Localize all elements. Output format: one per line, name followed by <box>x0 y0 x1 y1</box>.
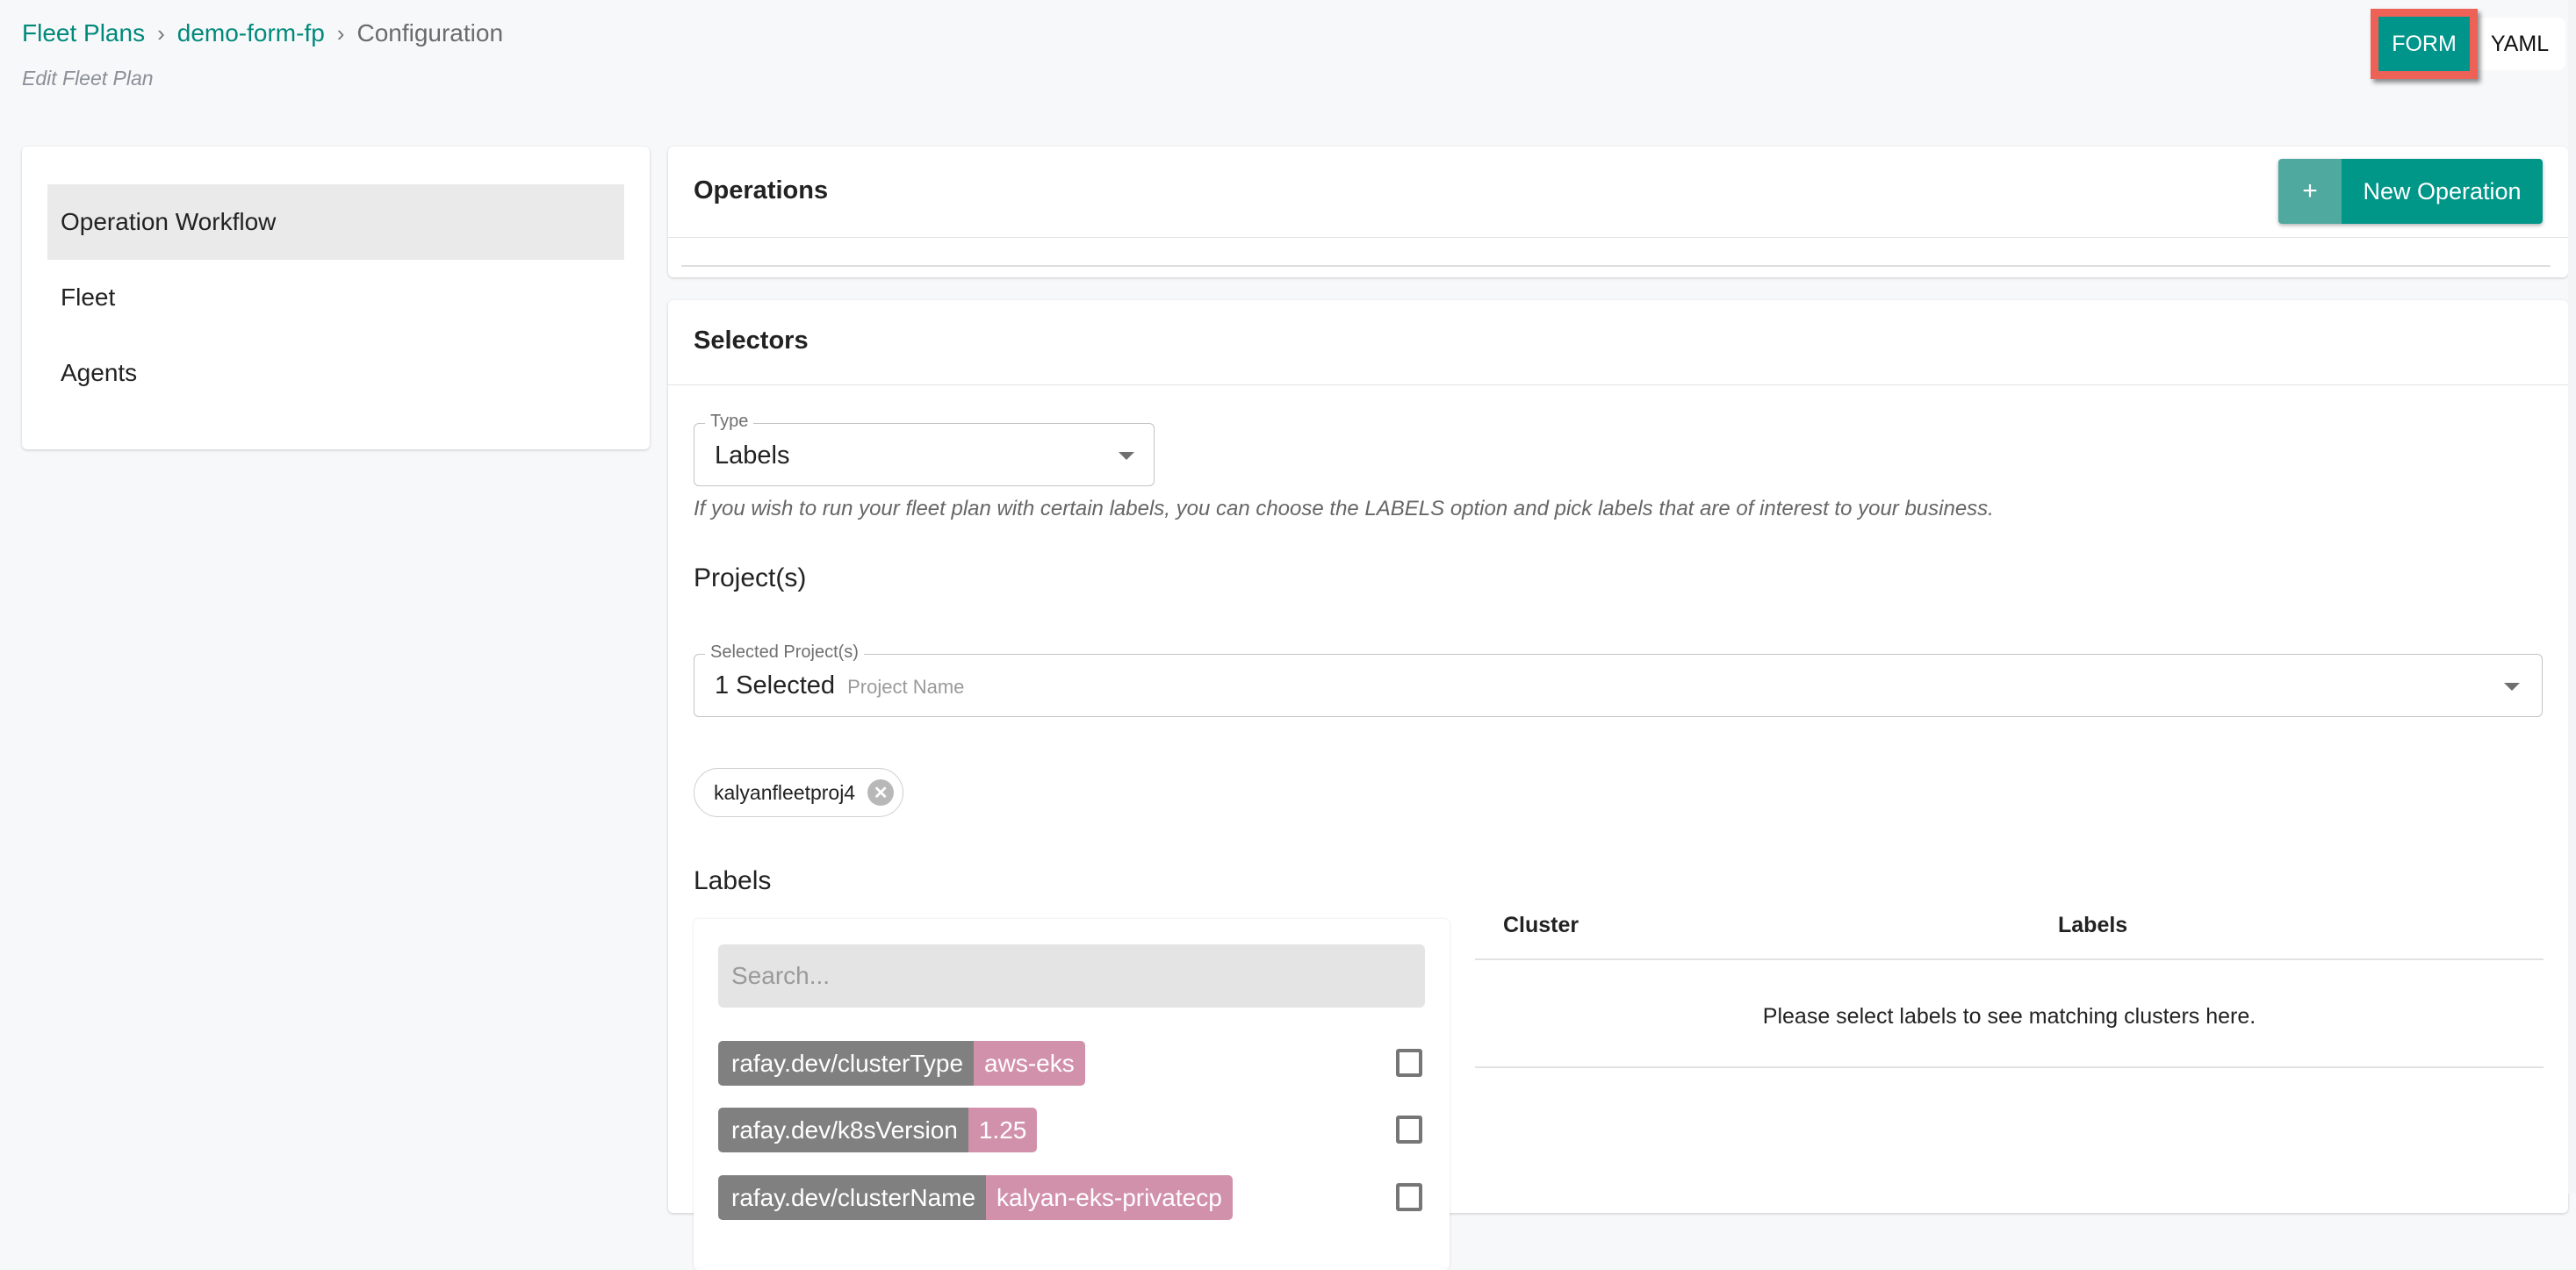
view-toggle: FORM YAML <box>2371 9 2565 79</box>
projects-select[interactable]: Selected Project(s) 1 Selected Project N… <box>694 642 2543 717</box>
chevron-down-icon <box>1119 452 1134 460</box>
sidebar-item-agents[interactable]: Agents <box>47 335 624 411</box>
sidebar-item-fleet[interactable]: Fleet <box>47 260 624 335</box>
breadcrumb-separator: › <box>157 19 165 47</box>
type-select[interactable]: Type Labels <box>694 412 1155 486</box>
breadcrumb-fleet-plans[interactable]: Fleet Plans <box>22 19 145 47</box>
chevron-down-icon <box>2504 683 2520 691</box>
label-key: rafay.dev/k8sVersion <box>718 1108 968 1152</box>
type-select-value: Labels <box>715 441 790 470</box>
label-tag: rafay.dev/clusterName kalyan-eks-private… <box>718 1175 1233 1220</box>
labels-heading: Labels <box>694 866 772 895</box>
divider <box>1475 1066 2544 1068</box>
labels-picker: rafay.dev/clusterType aws-eks rafay.dev/… <box>694 919 1450 1270</box>
projects-heading: Project(s) <box>694 563 807 592</box>
label-checkbox[interactable] <box>1396 1049 1422 1077</box>
divider <box>668 384 2568 385</box>
matching-clusters-table: Cluster Labels Please select labels to s… <box>1475 897 2544 1073</box>
breadcrumb-separator: › <box>336 19 345 47</box>
selectors-title: Selectors <box>694 326 809 355</box>
breadcrumb: Fleet Plans › demo-form-fp › Configurati… <box>22 19 503 47</box>
plus-icon: + <box>2278 159 2342 224</box>
project-chip: kalyanfleetproj4 ✕ <box>694 768 904 817</box>
sidebar-item-label: Agents <box>61 359 138 386</box>
label-key: rafay.dev/clusterName <box>718 1175 987 1220</box>
projects-selected-count: 1 Selected <box>715 671 836 700</box>
projects-select-legend: Selected Project(s) <box>705 642 864 663</box>
new-operation-label: New Operation <box>2342 159 2543 224</box>
new-operation-button[interactable]: + New Operation <box>2278 159 2543 224</box>
label-item: rafay.dev/clusterName kalyan-eks-private… <box>718 1175 1425 1220</box>
label-checkbox[interactable] <box>1396 1183 1422 1211</box>
operations-card: Operations + New Operation <box>668 147 2568 277</box>
projects-select-value: 1 Selected Project Name <box>715 671 964 700</box>
label-value: aws-eks <box>974 1041 1085 1086</box>
operations-title: Operations <box>694 176 829 204</box>
operations-list-divider <box>681 265 2551 267</box>
type-help-text: If you wish to run your fleet plan with … <box>694 497 1994 520</box>
empty-state-message: Please select labels to see matching clu… <box>1762 1004 2256 1029</box>
label-tag: rafay.dev/k8sVersion 1.25 <box>718 1108 1038 1152</box>
sidebar-item-operation-workflow[interactable]: Operation Workflow <box>47 184 624 260</box>
sidebar-item-label: Operation Workflow <box>61 208 277 235</box>
yaml-view-button[interactable]: YAML <box>2474 18 2565 70</box>
label-value: 1.25 <box>968 1108 1038 1152</box>
type-select-legend: Type <box>705 412 754 432</box>
label-item: rafay.dev/k8sVersion 1.25 <box>718 1108 1425 1152</box>
label-value: kalyan-eks-privatecp <box>986 1175 1233 1220</box>
label-checkbox[interactable] <box>1396 1116 1422 1144</box>
page-subtitle: Edit Fleet Plan <box>22 67 154 90</box>
form-view-button[interactable]: FORM <box>2371 9 2478 79</box>
page-scrollbar-track[interactable] <box>2568 0 2576 1194</box>
sidebar: Operation Workflow Fleet Agents <box>22 147 650 449</box>
label-item: rafay.dev/clusterType aws-eks <box>718 1041 1425 1086</box>
label-tag: rafay.dev/clusterType aws-eks <box>718 1041 1085 1086</box>
column-header-cluster: Cluster <box>1503 913 1579 937</box>
labels-search-input[interactable] <box>718 944 1425 1008</box>
divider <box>1475 958 2544 960</box>
project-chip-label: kalyanfleetproj4 <box>714 780 856 804</box>
divider <box>668 237 2568 238</box>
label-key: rafay.dev/clusterType <box>718 1041 975 1086</box>
remove-chip-icon[interactable]: ✕ <box>867 779 895 806</box>
breadcrumb-configuration: Configuration <box>356 19 504 47</box>
sidebar-item-label: Fleet <box>61 283 116 311</box>
column-header-labels: Labels <box>2058 913 2128 937</box>
selectors-card: Selectors Type Labels If you wish to run… <box>668 300 2568 1270</box>
breadcrumb-demo-form-fp[interactable]: demo-form-fp <box>177 19 325 47</box>
projects-select-placeholder: Project Name <box>847 676 965 698</box>
